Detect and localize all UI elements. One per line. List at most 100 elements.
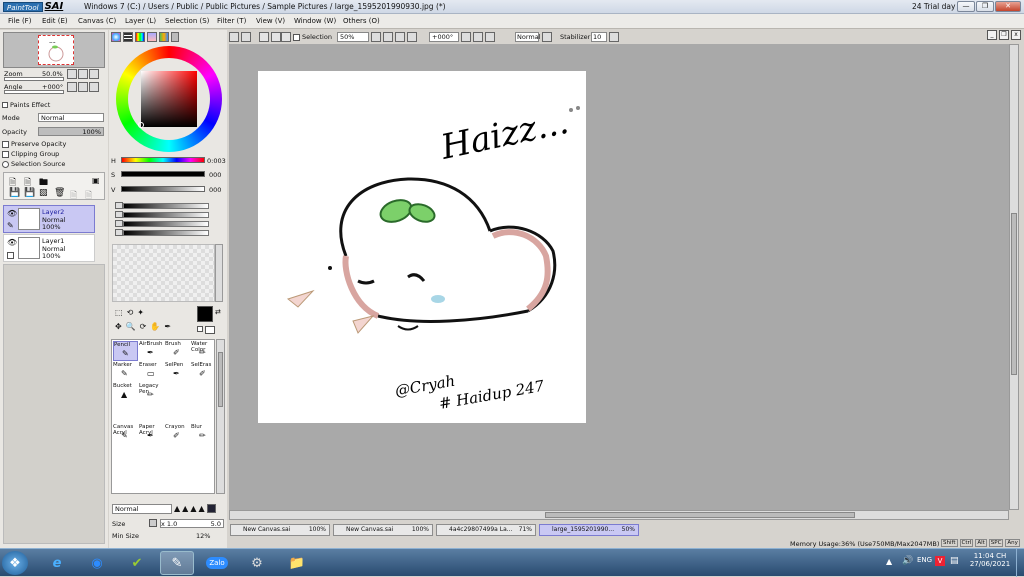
secondary-color-swatch[interactable] (205, 326, 215, 334)
transparent-color-icon[interactable] (197, 326, 203, 332)
swatch-icon[interactable] (147, 32, 157, 42)
rotate-reset-button[interactable] (89, 82, 99, 92)
ie-icon[interactable]: e (40, 551, 74, 575)
navigator-preview[interactable]: ~~ (3, 32, 105, 68)
toolbox-scrollbar[interactable] (216, 339, 225, 494)
zoom-dropdown-button[interactable] (371, 32, 381, 42)
duplicate-layer-icon[interactable]: 🗎 (70, 188, 77, 204)
vivaldi-icon[interactable]: V (935, 556, 945, 566)
deselect-button[interactable] (259, 32, 269, 42)
menu-others[interactable]: Others (O) (343, 17, 380, 25)
hue-slider[interactable] (121, 157, 205, 163)
zoom-out-button[interactable] (67, 69, 77, 79)
primary-color-swatch[interactable] (197, 306, 213, 322)
saturation-value-square[interactable] (141, 71, 197, 127)
pen-lock-icon[interactable]: ✎ (7, 221, 14, 230)
zoom-icon[interactable]: ◉ (80, 551, 114, 575)
close-button[interactable]: ✕ (995, 1, 1021, 12)
files-icon[interactable]: ✔ (120, 551, 154, 575)
scratchpad-icon[interactable] (159, 32, 169, 42)
zoom-minus-button[interactable] (383, 32, 393, 42)
doc-tab[interactable]: New Canvas.sai 100% (333, 524, 433, 536)
rotate-tool-icon[interactable]: ⟳ (140, 322, 147, 331)
color-wheel-icon[interactable] (111, 32, 121, 42)
horizontal-scrollbar[interactable] (229, 510, 1009, 520)
selection-source-checkbox[interactable]: Selection Source (2, 160, 65, 168)
brush-shape-4-icon[interactable]: ▲ (198, 504, 204, 513)
zoom-select[interactable]: 50% (337, 32, 369, 42)
menu-layer[interactable]: Layer (L) (125, 17, 156, 25)
doc-tab-active[interactable]: large_1595201990... 50% (539, 524, 639, 536)
stabilizer-select[interactable]: 10 (591, 32, 607, 42)
rotate-reset-button[interactable] (485, 32, 495, 42)
start-icon[interactable]: ❖ (2, 551, 28, 575)
tray-arrow-icon[interactable]: ▲ (886, 557, 892, 566)
zalo-icon[interactable]: Zalo (200, 551, 234, 575)
eye-icon[interactable]: 👁 (7, 238, 17, 247)
tool-crayon[interactable]: Crayon ✐ (165, 424, 190, 444)
show-desktop-button[interactable] (1016, 549, 1024, 577)
tool-watercolor[interactable]: Water Color ✏ (191, 341, 216, 361)
clock[interactable]: 11:04 CH 27/06/2021 (968, 552, 1012, 568)
tool-canvas-acryl[interactable]: Canvas Acryl ✎ (113, 424, 138, 444)
tool-brush[interactable]: Brush ✐ (165, 341, 190, 361)
tool-airbrush[interactable]: AirBrush ✒ (139, 341, 164, 361)
menu-view[interactable]: View (V) (256, 17, 285, 25)
lasso-tool-icon[interactable]: ⟲ (127, 308, 134, 317)
clipping-group-checkbox[interactable]: Clipping Group (2, 150, 59, 158)
magic-wand-icon[interactable]: ✦ (137, 308, 144, 317)
swatch-scrollbar[interactable] (215, 244, 223, 302)
rotate-cw-button[interactable] (473, 32, 483, 42)
language-indicator[interactable]: ENG (917, 556, 932, 564)
menu-window[interactable]: Window (W) (294, 17, 336, 25)
sai-icon[interactable]: ✎ (160, 551, 194, 575)
rotate-ccw-button[interactable] (461, 32, 471, 42)
layer-mask-icon[interactable]: 🗎 (85, 188, 92, 204)
canvas-mode-select[interactable]: Normal (515, 32, 541, 42)
tool-legacy-pen[interactable]: Legacy Pen ✏ (139, 383, 164, 403)
menu-edit[interactable]: Edit (E) (42, 17, 68, 25)
maximize-button[interactable]: ❐ (976, 1, 994, 12)
brush-shape-3-icon[interactable]: ▲ (190, 504, 196, 513)
panel-toggle-icon[interactable]: ▣ (92, 176, 100, 185)
paints-effect-header[interactable]: Paints Effect (2, 101, 50, 109)
canvas-viewport[interactable]: Haizz... @Cryah # Haidup 247 (229, 44, 1019, 510)
marquee-tool-icon[interactable]: ⬚ (115, 308, 123, 317)
stabilizer-dropdown-button[interactable] (609, 32, 619, 42)
volume-icon[interactable]: 🔊 (902, 556, 913, 566)
clear-layer-icon[interactable]: ▧ (39, 188, 48, 198)
rgb-slider-icon[interactable] (123, 32, 133, 42)
menu-selection[interactable]: Selection (S) (165, 17, 209, 25)
flip-button[interactable] (542, 32, 552, 42)
menu-file[interactable]: File (F) (8, 17, 31, 25)
sat-slider[interactable] (121, 171, 205, 177)
zoom-in-button[interactable] (78, 69, 88, 79)
brush-shape-5-icon[interactable] (206, 504, 216, 513)
brush-mode-select[interactable]: Normal (112, 504, 172, 514)
hsv-slider-icon[interactable] (135, 32, 145, 42)
tool-marker[interactable]: Marker ✎ (113, 362, 138, 382)
invert-selection-button[interactable] (271, 32, 281, 42)
angle-slider[interactable] (4, 90, 64, 94)
eyedropper-icon[interactable]: ✒ (164, 322, 171, 331)
zoom-fit-button[interactable] (407, 32, 417, 42)
brush-shape-2-icon[interactable]: ▲ (182, 504, 188, 513)
preserve-opacity-checkbox[interactable]: Preserve Opacity (2, 140, 66, 148)
blend-mode-select[interactable]: Normal (38, 113, 104, 122)
layer-select-checkbox[interactable] (7, 252, 14, 259)
zoom-slider[interactable] (4, 77, 64, 81)
swap-colors-icon[interactable]: ⇄ (215, 308, 221, 316)
brush-shape-1-icon[interactable]: ▲ (174, 504, 180, 513)
palette-toggle-icon[interactable] (171, 32, 179, 42)
menu-canvas[interactable]: Canvas (C) (78, 17, 116, 25)
layer-row-layer1[interactable]: 👁 Layer1 Normal 100% (3, 234, 95, 262)
show-selection-button[interactable] (281, 32, 291, 42)
eye-icon[interactable]: 👁 (7, 209, 17, 218)
delete-layer-icon[interactable]: 🗑 (54, 188, 65, 198)
menu-filter[interactable]: Filter (T) (217, 17, 246, 25)
minimize-button[interactable]: — (957, 1, 975, 12)
vertical-scrollbar[interactable] (1009, 44, 1019, 510)
selection-checkbox[interactable]: Selection (293, 33, 332, 41)
size-slider[interactable]: x 1.0 5.0 (160, 519, 224, 528)
document-canvas[interactable]: Haizz... @Cryah # Haidup 247 (258, 71, 586, 423)
